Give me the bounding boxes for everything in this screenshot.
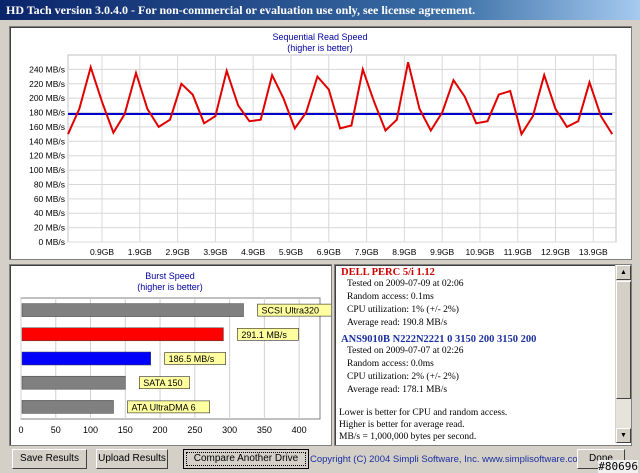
- seq-chart-subtitle: (higher is better): [287, 43, 353, 53]
- info-scrollbar[interactable]: ▲ ▼: [615, 265, 631, 443]
- burst-x-tick-label: 300: [222, 425, 237, 435]
- burst-bar-label: SCSI Ultra320: [262, 306, 320, 316]
- seq-x-tick-label: 12.9GB: [541, 247, 570, 257]
- title-bar: HD Tach version 3.0.4.0 - For non-commer…: [0, 0, 640, 20]
- seq-x-tick-label: 3.9GB: [203, 247, 227, 257]
- note-line: MB/s = 1,000,000 bytes per second.: [339, 432, 477, 442]
- burst-bar-label: ATA UltraDMA 6: [131, 402, 195, 412]
- results-info-panel: DELL PERC 5/i 1.12 Tested on 2009-07-09 a…: [334, 264, 632, 446]
- drive-stat-line: Tested on 2009-07-07 at 02:26: [347, 346, 464, 356]
- results-text: DELL PERC 5/i 1.12 Tested on 2009-07-09 a…: [337, 267, 613, 443]
- seq-x-tick-label: 0.9GB: [90, 247, 114, 257]
- burst-x-tick-label: 50: [51, 425, 61, 435]
- seq-y-tick-label: 160 MB/s: [29, 122, 65, 132]
- note-line: Higher is better for average read.: [339, 420, 465, 430]
- seq-x-tick-label: 6.9GB: [317, 247, 341, 257]
- seq-x-tick-label: 1.9GB: [128, 247, 152, 257]
- seq-x-tick-label: 2.9GB: [166, 247, 190, 257]
- seq-x-tick-label: 4.9GB: [241, 247, 265, 257]
- seq-chart-title: Sequential Read Speed: [272, 32, 367, 42]
- seq-y-tick-label: 120 MB/s: [29, 151, 65, 161]
- seq-y-axis: 0 MB/s 20 MB/s 40 MB/s 60 MB/s 80 MB/s 100 MB…: [29, 64, 65, 247]
- burst-x-tick-label: 400: [292, 425, 307, 435]
- burst-speed-panel: Burst Speed (higher is better) SCSI Ultr…: [9, 264, 335, 446]
- seq-y-tick-label: 180 MB/s: [29, 108, 65, 118]
- window-title: HD Tach version 3.0.4.0 - For non-commer…: [6, 3, 476, 17]
- burst-bar-label: 186.5 MB/s: [169, 354, 215, 364]
- burst-chart-subtitle: (higher is better): [137, 282, 203, 292]
- scroll-up-button[interactable]: ▲: [616, 265, 631, 280]
- seq-grid: [67, 54, 617, 243]
- seq-y-tick-label: 140 MB/s: [29, 136, 65, 146]
- seq-x-tick-label: 9.9GB: [430, 247, 454, 257]
- sequential-read-chart: Sequential Read Speed (higher is better)…: [29, 32, 617, 257]
- burst-bars: SCSI Ultra320 291.1 MB/s 186.5 MB/s SATA 15…: [21, 303, 335, 414]
- burst-x-tick-label: 350: [257, 425, 272, 435]
- seq-x-tick-label: 11.9GB: [504, 247, 533, 257]
- seq-x-tick-label: 7.9GB: [355, 247, 379, 257]
- burst-speed-chart: Burst Speed (higher is better) SCSI Ultr…: [18, 271, 335, 435]
- seq-x-tick-label: 5.9GB: [279, 247, 303, 257]
- seq-y-tick-label: 20 MB/s: [34, 223, 65, 233]
- burst-x-tick-label: 250: [187, 425, 202, 435]
- burst-bar: [21, 400, 114, 414]
- seq-y-tick-label: 60 MB/s: [34, 194, 65, 204]
- drive-stat-line: CPU utilization: 2% (+/- 2%): [347, 372, 459, 382]
- burst-x-tick-label: 100: [83, 425, 98, 435]
- scroll-thumb[interactable]: [616, 281, 631, 399]
- drive-stat-line: Tested on 2009-07-09 at 02:06: [347, 279, 464, 289]
- seq-x-tick-label: 13.9GB: [579, 247, 608, 257]
- save-results-button[interactable]: Save Results: [12, 449, 87, 469]
- upload-results-button[interactable]: Upload Results: [96, 449, 168, 469]
- scroll-down-button[interactable]: ▼: [616, 428, 631, 443]
- drive-stat-line: Random access: 0.0ms: [347, 359, 434, 369]
- drive-name: ANS9010B N222N2221 0 3150 200 3150 200: [341, 334, 537, 345]
- sequential-read-panel: Sequential Read Speed (higher is better)…: [9, 26, 632, 260]
- burst-chart-title: Burst Speed: [145, 271, 195, 281]
- copyright-text: Copyright (C) 2004 Simpli Software, Inc.…: [310, 454, 586, 465]
- seq-y-tick-label: 240 MB/s: [29, 64, 65, 74]
- burst-bar-label: 291.1 MB/s: [241, 330, 287, 340]
- drive-stat-line: Average read: 178.1 MB/s: [347, 385, 448, 395]
- seq-y-tick-label: 200 MB/s: [29, 93, 65, 103]
- seq-y-tick-label: 220 MB/s: [29, 79, 65, 89]
- drive-stat-line: CPU utilization: 1% (+/- 2%): [347, 305, 459, 315]
- seq-x-tick-label: 10.9GB: [466, 247, 495, 257]
- seq-x-axis: 0.9GB 1.9GB 2.9GB 3.9GB 4.9GB 5.9GB 6.9GB 7.9GB…: [90, 247, 608, 257]
- burst-bar: [21, 375, 126, 390]
- seq-plot-area: [67, 54, 617, 243]
- seq-y-tick-label: 80 MB/s: [34, 179, 65, 189]
- seq-y-tick-label: 100 MB/s: [29, 165, 65, 175]
- burst-bar: [21, 327, 224, 342]
- compare-another-drive-button[interactable]: Compare Another Drive: [183, 449, 309, 469]
- seq-y-tick-label: 40 MB/s: [34, 208, 65, 218]
- burst-x-tick-label: 200: [153, 425, 168, 435]
- drive-stat-line: Random access: 0.1ms: [347, 292, 434, 302]
- seq-y-tick-label: 0 MB/s: [39, 237, 65, 247]
- drive-name: DELL PERC 5/i 1.12: [341, 267, 435, 278]
- burst-x-axis: 0 50 100 150 200 250 300 350 400: [18, 425, 306, 435]
- burst-bar-label: SATA 150: [143, 378, 182, 388]
- note-line: Lower is better for CPU and random acces…: [339, 408, 508, 418]
- burst-bar: [21, 351, 151, 366]
- burst-x-tick-label: 150: [118, 425, 133, 435]
- seq-x-tick-label: 8.9GB: [392, 247, 416, 257]
- watermark-text: #80696: [598, 460, 638, 473]
- burst-x-tick-label: 0: [18, 425, 23, 435]
- drive-stat-line: Average read: 190.8 MB/s: [347, 318, 448, 328]
- burst-bar: [21, 303, 244, 317]
